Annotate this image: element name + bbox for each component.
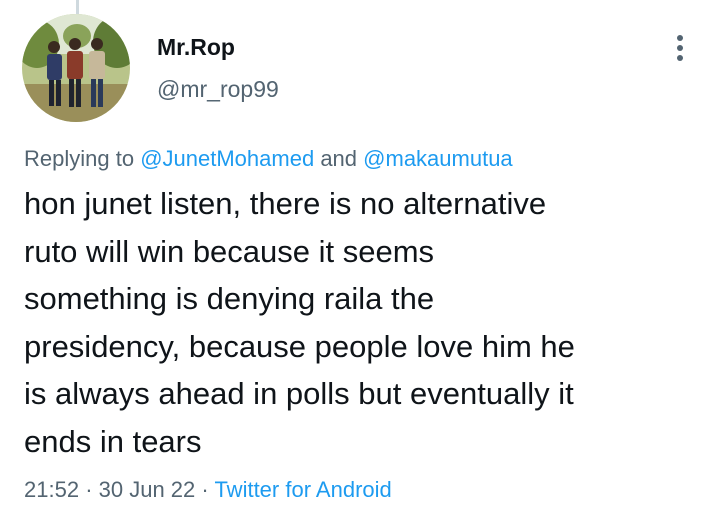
meta-separator: · — [201, 477, 209, 502]
mention-link-2[interactable]: @makaumutua — [363, 146, 513, 171]
author-handle[interactable]: @mr_rop99 — [157, 76, 279, 103]
more-vertical-icon — [677, 35, 683, 61]
tweet-text: hon junet listen, there is no alternativ… — [24, 180, 700, 465]
reply-context: Replying to @JunetMohamed and @makaumutu… — [24, 146, 513, 172]
tweet-text-line: ruto will win because it seems — [24, 233, 435, 269]
reply-context-prefix: Replying to — [24, 146, 135, 171]
tweet-date[interactable]: 30 Jun 22 — [99, 477, 196, 502]
reply-context-conjunction: and — [320, 146, 358, 171]
tweet-text-line: is always ahead in polls but eventually … — [24, 376, 574, 411]
mention-link-1[interactable]: @JunetMohamed — [140, 146, 314, 171]
tweet-time[interactable]: 21:52 — [24, 477, 79, 502]
tweet-text-line: something is denying raila the — [24, 281, 435, 316]
avatar-photo — [22, 14, 130, 122]
thread-connector-line — [76, 0, 79, 14]
tweet-text-line: presidency, because people love him he — [24, 328, 575, 364]
tweet-text-line: hon junet listen, there is no alternativ… — [24, 186, 547, 221]
author-display-name[interactable]: Mr.Rop — [157, 34, 235, 61]
avatar[interactable] — [22, 14, 130, 122]
tweet-text-line: ends in tears — [24, 423, 202, 459]
more-options-button[interactable] — [664, 30, 696, 66]
tweet-source-link[interactable]: Twitter for Android — [214, 477, 391, 502]
tweet-page: Mr.Rop @mr_rop99 Replying to @JunetMoham… — [0, 0, 720, 506]
meta-separator: · — [85, 477, 93, 502]
tweet-metadata: 21:52 · 30 Jun 22 · Twitter for Android — [24, 477, 392, 503]
